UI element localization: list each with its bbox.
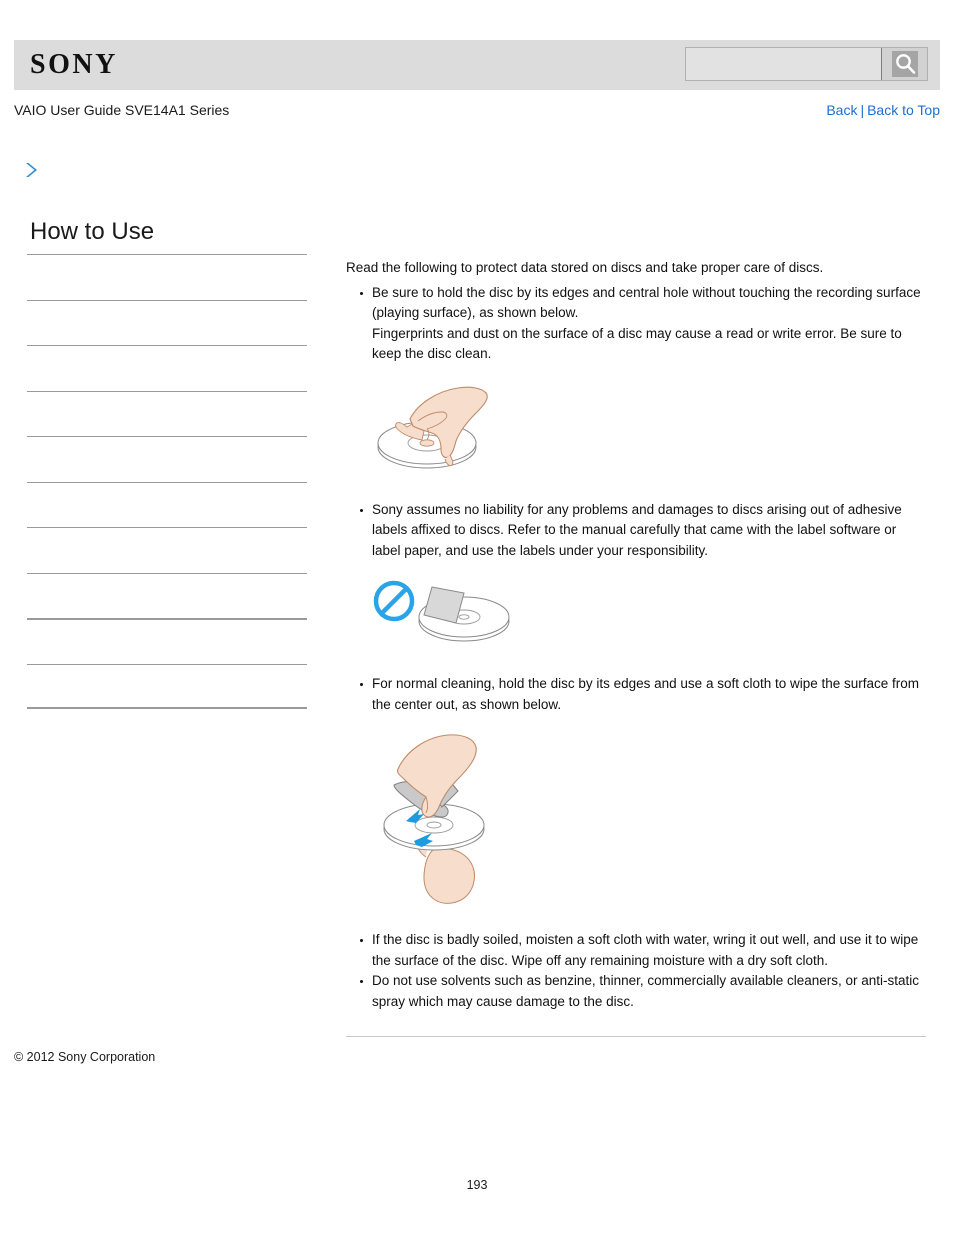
list-item: Do not use solvents such as benzine, thi…: [346, 971, 926, 1012]
header-nav-links: Back | Back to Top: [826, 100, 940, 120]
no-adhesive-label-on-disc-illustration: [346, 575, 926, 658]
list-item: Be sure to hold the disc by its edges an…: [346, 283, 926, 365]
sidebar: How to Use: [27, 218, 307, 709]
list-item: If the disc is badly soiled, moisten a s…: [346, 930, 926, 971]
back-link[interactable]: Back: [826, 102, 857, 118]
page-title: How to Use: [30, 218, 155, 245]
sidebar-nav-list: [27, 254, 307, 709]
site-header: SONY: [14, 40, 940, 90]
list-item: For normal cleaning, hold the disc by it…: [346, 674, 926, 715]
nav-separator: |: [860, 102, 865, 118]
bullet-text-2: Sony assumes no liability for any proble…: [372, 501, 902, 558]
sidebar-item-2[interactable]: [27, 299, 307, 346]
content-bottom-divider: [346, 1036, 926, 1037]
chevron-right-icon[interactable]: [22, 163, 42, 184]
bullet-text-4: If the disc is badly soiled, moisten a s…: [372, 932, 919, 968]
wiping-disc-with-cloth-illustration: [346, 729, 926, 914]
breadcrumb[interactable]: [22, 160, 322, 188]
sony-logo: SONY: [30, 49, 118, 80]
sidebar-item-4[interactable]: [27, 390, 307, 437]
sidebar-item-3[interactable]: [27, 345, 307, 391]
search-box[interactable]: [685, 47, 928, 81]
care-instructions-list: Be sure to hold the disc by its edges an…: [346, 283, 926, 1013]
subheader: VAIO User Guide SVE14A1 Series Back | Back…: [14, 100, 940, 122]
sidebar-item-10[interactable]: [27, 663, 307, 709]
bullet-text-3: For normal cleaning, hold the disc by it…: [372, 676, 920, 712]
page-number: 193: [466, 1178, 488, 1192]
main-content: Read the following to protect data store…: [346, 258, 926, 1037]
sidebar-item-6[interactable]: [27, 481, 307, 528]
sidebar-item-8[interactable]: [27, 572, 307, 619]
guide-title: VAIO User Guide SVE14A1 Series: [14, 102, 230, 118]
intro-paragraph: Read the following to protect data store…: [346, 260, 824, 275]
search-button[interactable]: [881, 48, 927, 80]
sidebar-item-5[interactable]: [27, 436, 307, 482]
hand-holding-disc-illustration: [346, 379, 926, 484]
sidebar-item-9[interactable]: [27, 618, 307, 664]
bullet-text-5: Do not use solvents such as benzine, thi…: [372, 973, 920, 1009]
sidebar-item-1[interactable]: [27, 254, 307, 300]
sidebar-item-7[interactable]: [27, 527, 307, 573]
bullet-text-1: Be sure to hold the disc by its edges an…: [372, 284, 921, 362]
list-item: Sony assumes no liability for any proble…: [346, 500, 926, 562]
copyright-text: © 2012 Sony Corporation: [14, 1050, 156, 1064]
back-to-top-link[interactable]: Back to Top: [867, 102, 940, 118]
search-input[interactable]: [686, 48, 881, 80]
search-icon: [891, 51, 918, 77]
